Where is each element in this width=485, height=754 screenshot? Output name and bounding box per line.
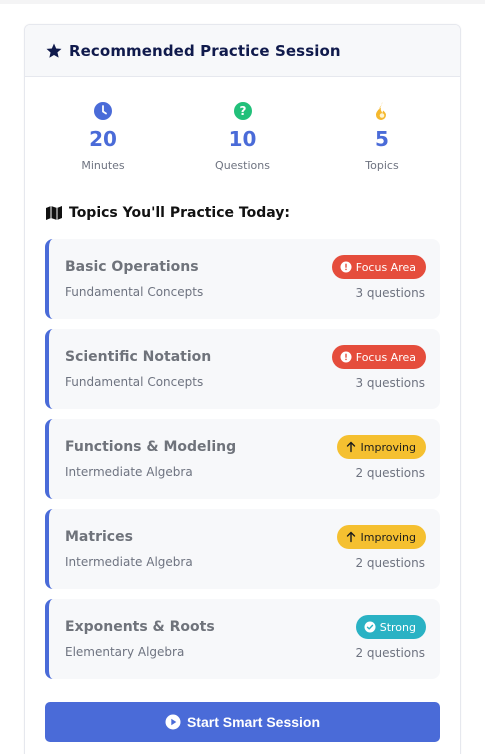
question-count: 3 questions: [355, 286, 425, 300]
topics-section-title: Topics You'll Practice Today:: [25, 201, 460, 225]
stat-label: Minutes: [81, 159, 125, 172]
map-icon: [45, 205, 63, 221]
arrow-up-icon: [345, 531, 357, 543]
stat-value: 10: [228, 127, 257, 151]
exclamation-circle-icon: [340, 351, 352, 363]
topic-item[interactable]: Matrices Intermediate Algebra Improving …: [45, 509, 440, 589]
stat-topics: 5 Topics: [332, 101, 432, 197]
question-count: 3 questions: [355, 376, 425, 390]
fire-icon: [372, 101, 392, 121]
badge-label: Strong: [379, 620, 416, 634]
topic-category: Fundamental Concepts: [65, 375, 204, 389]
badge-label: Improving: [360, 440, 416, 454]
strong-badge: Strong: [355, 615, 426, 639]
topic-category: Elementary Algebra: [65, 645, 185, 659]
clock-icon: [93, 101, 113, 121]
play-circle-icon: [165, 714, 181, 730]
exclamation-circle-icon: [340, 261, 352, 273]
session-stats: 20 Minutes ? 10 Questions 5 Topics: [25, 77, 460, 197]
practice-session-card: Recommended Practice Session 20 Minutes …: [24, 24, 461, 754]
stat-value: 20: [89, 127, 117, 151]
card-title: Recommended Practice Session: [69, 41, 341, 60]
topic-name: Exponents & Roots: [65, 619, 215, 635]
topic-category: Intermediate Algebra: [65, 465, 193, 479]
topic-category: Fundamental Concepts: [65, 285, 204, 299]
improving-badge: Improving: [336, 435, 426, 459]
start-button-label: Start Smart Session: [186, 714, 321, 730]
topic-name: Scientific Notation: [65, 349, 212, 365]
stat-minutes: 20 Minutes: [53, 101, 153, 197]
focus-area-badge: Focus Area: [331, 255, 426, 279]
topic-name: Matrices: [65, 529, 133, 545]
card-header: Recommended Practice Session: [25, 25, 460, 77]
stat-label: Questions: [215, 159, 270, 172]
topic-name: Basic Operations: [65, 259, 199, 275]
topic-item[interactable]: Basic Operations Fundamental Concepts Fo…: [45, 239, 440, 319]
topic-category: Intermediate Algebra: [65, 555, 193, 569]
badge-label: Focus Area: [355, 260, 416, 274]
badge-label: Focus Area: [355, 350, 416, 364]
start-smart-session-button[interactable]: Start Smart Session: [45, 702, 440, 742]
star-icon: [45, 42, 63, 60]
question-count: 2 questions: [355, 646, 425, 660]
stat-questions: ? 10 Questions: [193, 101, 293, 197]
topic-name: Functions & Modeling: [65, 439, 237, 455]
question-count: 2 questions: [355, 556, 425, 570]
topics-list: Basic Operations Fundamental Concepts Fo…: [25, 239, 460, 679]
focus-area-badge: Focus Area: [331, 345, 426, 369]
stat-label: Topics: [365, 159, 399, 172]
top-divider: [0, 0, 485, 4]
stat-value: 5: [375, 127, 389, 151]
arrow-up-icon: [345, 441, 357, 453]
question-icon: ?: [233, 101, 253, 121]
question-count: 2 questions: [355, 466, 425, 480]
improving-badge: Improving: [336, 525, 426, 549]
svg-text:?: ?: [239, 104, 246, 118]
check-circle-icon: [364, 621, 376, 633]
topic-item[interactable]: Functions & Modeling Intermediate Algebr…: [45, 419, 440, 499]
topic-item[interactable]: Scientific Notation Fundamental Concepts…: [45, 329, 440, 409]
topics-title-text: Topics You'll Practice Today:: [69, 205, 290, 221]
topic-item[interactable]: Exponents & Roots Elementary Algebra Str…: [45, 599, 440, 679]
badge-label: Improving: [360, 530, 416, 544]
